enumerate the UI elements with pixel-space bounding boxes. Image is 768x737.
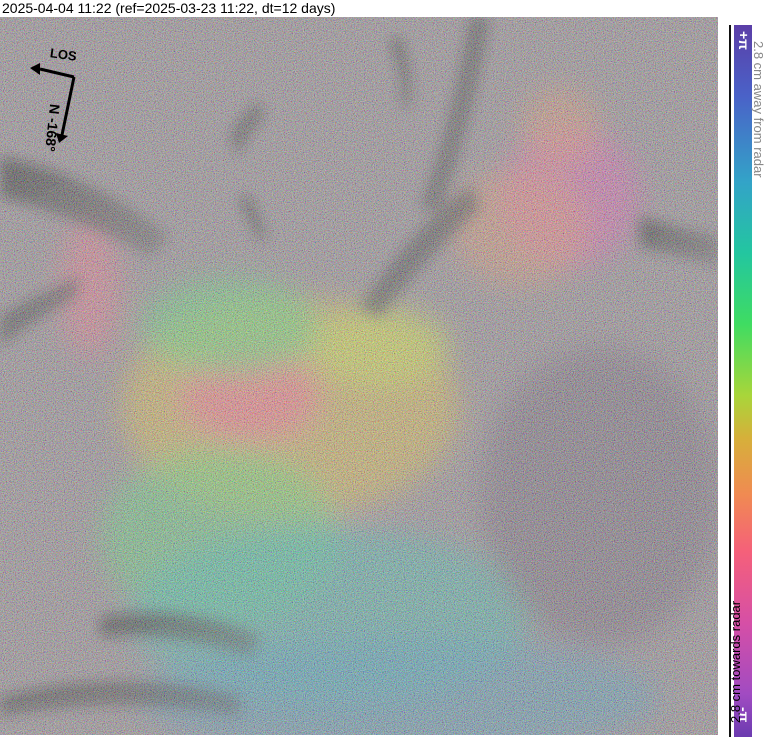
colorbar-towards-label: 2.8 cm towards radar <box>728 600 743 723</box>
interferogram-map: N -168° LOS <box>0 17 718 735</box>
interferogram-image <box>0 17 718 735</box>
colorbar-away-label: 2.8 cm away from radar <box>751 41 766 178</box>
map-title: 2025-04-04 11:22 (ref=2025-03-23 11:22, … <box>2 0 336 16</box>
colorbar-panel: +π -π 2.8 cm away from radar 2.8 cm towa… <box>718 17 768 737</box>
colorbar-top-tick: +π <box>736 31 752 50</box>
colorbar-guide-top <box>729 25 731 495</box>
